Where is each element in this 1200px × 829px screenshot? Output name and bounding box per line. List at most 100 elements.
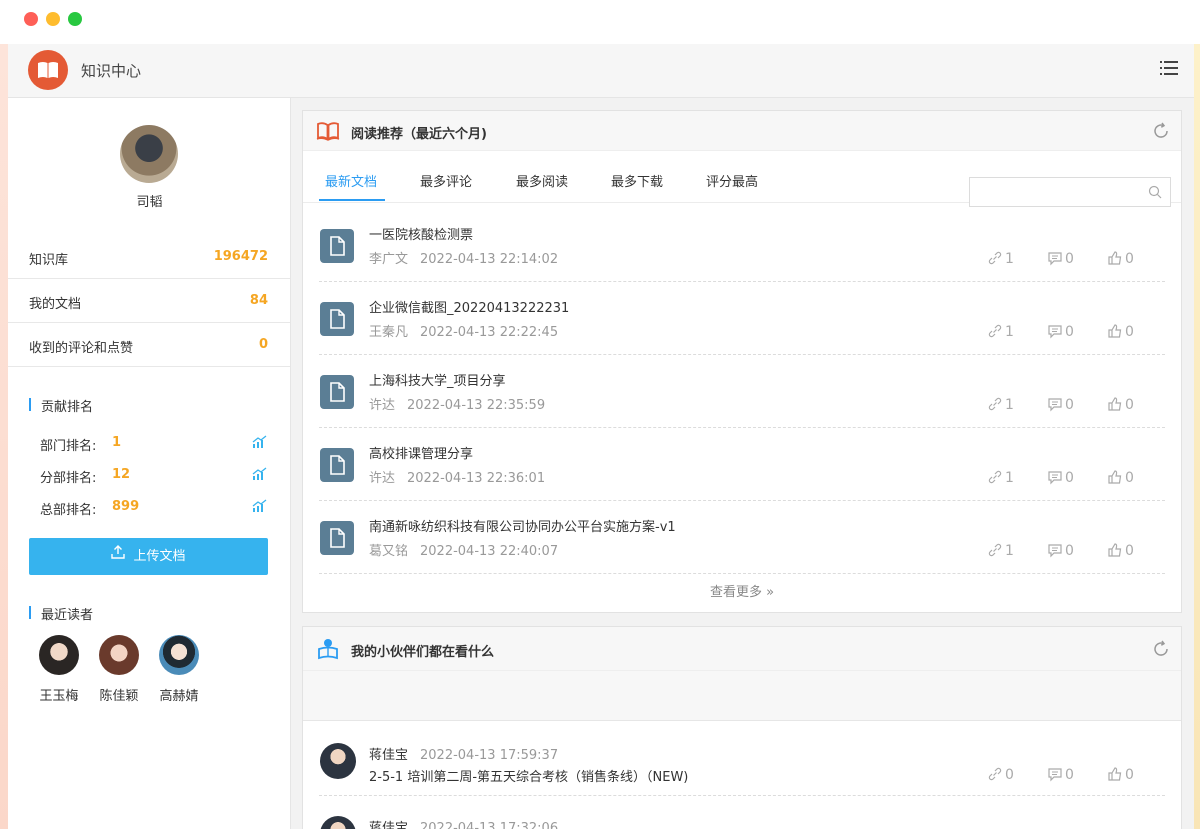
link-icon — [988, 543, 1002, 556]
menu-list-icon[interactable] — [1158, 58, 1180, 78]
see-more-link[interactable]: 查看更多 » — [303, 581, 1181, 600]
book-logo-icon — [28, 50, 68, 90]
comment-icon — [1048, 767, 1062, 781]
close-window-button[interactable] — [24, 12, 38, 26]
like-count[interactable]: 0 — [1107, 766, 1134, 783]
document-list-item[interactable]: 高校排课管理分享 许达 2022-04-13 22:36:01 1 0 0 — [319, 428, 1165, 501]
active-tab-indicator — [319, 199, 385, 201]
tab-most-comments[interactable]: 最多评论 — [420, 171, 472, 190]
document-list-item[interactable]: 一医院核酸检测票 李广文 2022-04-13 22:14:02 1 0 0 — [319, 209, 1165, 282]
panel-header: 阅读推荐（最近六个月) — [303, 111, 1181, 151]
document-date: 2022-04-13 22:36:01 — [407, 471, 546, 486]
main-content: 阅读推荐（最近六个月) 最新文档 最多评论 最多阅读 最多下载 评分最高 一医院… — [291, 98, 1194, 829]
comment-count[interactable]: 0 — [1047, 251, 1074, 267]
link-count[interactable]: 1 — [987, 543, 1014, 559]
document-list-item[interactable]: 上海科技大学_项目分享 许达 2022-04-13 22:35:59 1 0 0 — [319, 355, 1165, 428]
background-edge-left — [0, 44, 8, 829]
rank-value: 899 — [112, 499, 140, 514]
document-counts: 1 0 0 — [987, 469, 1159, 488]
stat-comments-likes[interactable]: 收到的评论和点赞 0 — [8, 323, 290, 367]
reader-item[interactable]: 高赫婧 — [149, 635, 209, 704]
tab-most-read[interactable]: 最多阅读 — [516, 171, 568, 190]
document-date: 2022-04-13 22:22:45 — [420, 325, 559, 340]
refresh-icon[interactable] — [1151, 639, 1171, 659]
document-author: 许达 — [369, 471, 396, 486]
link-count[interactable]: 1 — [987, 470, 1014, 486]
link-icon — [988, 767, 1002, 780]
reader-name: 高赫婧 — [159, 689, 199, 704]
link-count[interactable]: 1 — [987, 324, 1014, 340]
document-title[interactable]: 一医院核酸检测票 — [369, 224, 473, 243]
document-file-icon — [320, 521, 354, 555]
comment-count[interactable]: 0 — [1047, 767, 1074, 783]
document-counts: 1 0 0 — [987, 323, 1159, 342]
trend-chart-icon[interactable] — [252, 499, 268, 513]
minimize-window-button[interactable] — [46, 12, 60, 26]
thumbs-up-icon — [1108, 542, 1122, 557]
upload-icon — [111, 537, 126, 574]
document-title[interactable]: 南通新咏纺织科技有限公司协同办公平台实施方案-v1 — [369, 516, 676, 535]
document-title[interactable]: 上海科技大学_项目分享 — [369, 370, 506, 389]
comment-count[interactable]: 0 — [1047, 397, 1074, 413]
rank-row-headquarters: 总部排名: 899 — [40, 499, 272, 519]
document-file-icon — [320, 229, 354, 263]
tab-most-downloads[interactable]: 最多下载 — [611, 171, 663, 190]
search-input[interactable] — [969, 177, 1171, 207]
user-avatar[interactable] — [120, 125, 178, 183]
like-count[interactable]: 0 — [1107, 469, 1134, 486]
maximize-window-button[interactable] — [68, 12, 82, 26]
refresh-icon[interactable] — [1151, 121, 1171, 141]
like-count[interactable]: 0 — [1107, 396, 1134, 413]
document-title[interactable]: 高校排课管理分享 — [369, 443, 473, 462]
stat-value: 84 — [249, 293, 268, 308]
buddy-activity-item[interactable]: 蒋佳宝 2022-04-13 17:32:06 — [319, 796, 1165, 829]
comment-count[interactable]: 0 — [1047, 543, 1074, 559]
upload-document-button[interactable]: 上传文档 — [29, 538, 268, 575]
link-count[interactable]: 0 — [987, 767, 1014, 783]
buddy-meta: 蒋佳宝 2022-04-13 17:32:06 — [369, 817, 558, 829]
tab-top-rated[interactable]: 评分最高 — [706, 171, 758, 190]
rank-value: 1 — [112, 435, 122, 450]
search-icon[interactable] — [1148, 185, 1162, 199]
rank-row-department: 部门排名: 1 — [40, 435, 272, 455]
sidebar: 司韬 知识库 196472 我的文档 84 收到的评论和点赞 0 贡献排名 部门… — [8, 98, 291, 829]
app-title: 知识中心 — [81, 62, 142, 80]
document-file-icon — [320, 375, 354, 409]
rank-label: 分部排名: — [40, 471, 97, 486]
comment-count[interactable]: 0 — [1047, 324, 1074, 340]
stat-knowledge-base[interactable]: 知识库 196472 — [8, 235, 290, 279]
like-count[interactable]: 0 — [1107, 323, 1134, 340]
comment-count[interactable]: 0 — [1047, 470, 1074, 486]
tab-latest-documents[interactable]: 最新文档 — [325, 171, 377, 190]
reader-person-icon — [316, 637, 340, 660]
buddy-name: 蒋佳宝 — [369, 821, 409, 829]
rank-row-branch: 分部排名: 12 — [40, 467, 272, 487]
buddy-meta: 蒋佳宝 2022-04-13 17:59:37 — [369, 744, 558, 763]
document-title[interactable]: 企业微信截图_20220413222231 — [369, 297, 569, 316]
like-count[interactable]: 0 — [1107, 542, 1134, 559]
stat-label: 我的文档 — [29, 297, 82, 312]
reader-name: 王玉梅 — [39, 689, 79, 704]
buddy-document-title[interactable]: 2-5-1 培训第二周-第五天综合考核（销售条线）（NEW) — [369, 766, 688, 785]
document-author: 葛又铭 — [369, 544, 409, 559]
like-count[interactable]: 0 — [1107, 250, 1134, 267]
background-edge-right — [1194, 44, 1200, 829]
document-author: 王秦凡 — [369, 325, 409, 340]
buddy-activity-item[interactable]: 蒋佳宝 2022-04-13 17:59:37 2-5-1 培训第二周-第五天综合… — [319, 723, 1165, 796]
stat-value: 196472 — [213, 249, 268, 264]
link-count[interactable]: 1 — [987, 397, 1014, 413]
trend-chart-icon[interactable] — [252, 467, 268, 481]
document-date: 2022-04-13 22:40:07 — [420, 544, 559, 559]
rank-label: 总部排名: — [40, 503, 97, 518]
link-count[interactable]: 1 — [987, 251, 1014, 267]
comment-icon — [1048, 543, 1062, 557]
reader-item[interactable]: 陈佳颖 — [89, 635, 149, 704]
trend-chart-icon[interactable] — [252, 435, 268, 449]
document-counts: 0 0 0 — [987, 766, 1159, 785]
document-meta: 许达 2022-04-13 22:36:01 — [369, 467, 545, 486]
document-list-item[interactable]: 企业微信截图_20220413222231 王秦凡 2022-04-13 22:2… — [319, 282, 1165, 355]
document-list-item[interactable]: 南通新咏纺织科技有限公司协同办公平台实施方案-v1 葛又铭 2022-04-13 … — [319, 501, 1165, 574]
stat-my-documents[interactable]: 我的文档 84 — [8, 279, 290, 323]
comment-icon — [1048, 397, 1062, 411]
reader-item[interactable]: 王玉梅 — [29, 635, 89, 704]
